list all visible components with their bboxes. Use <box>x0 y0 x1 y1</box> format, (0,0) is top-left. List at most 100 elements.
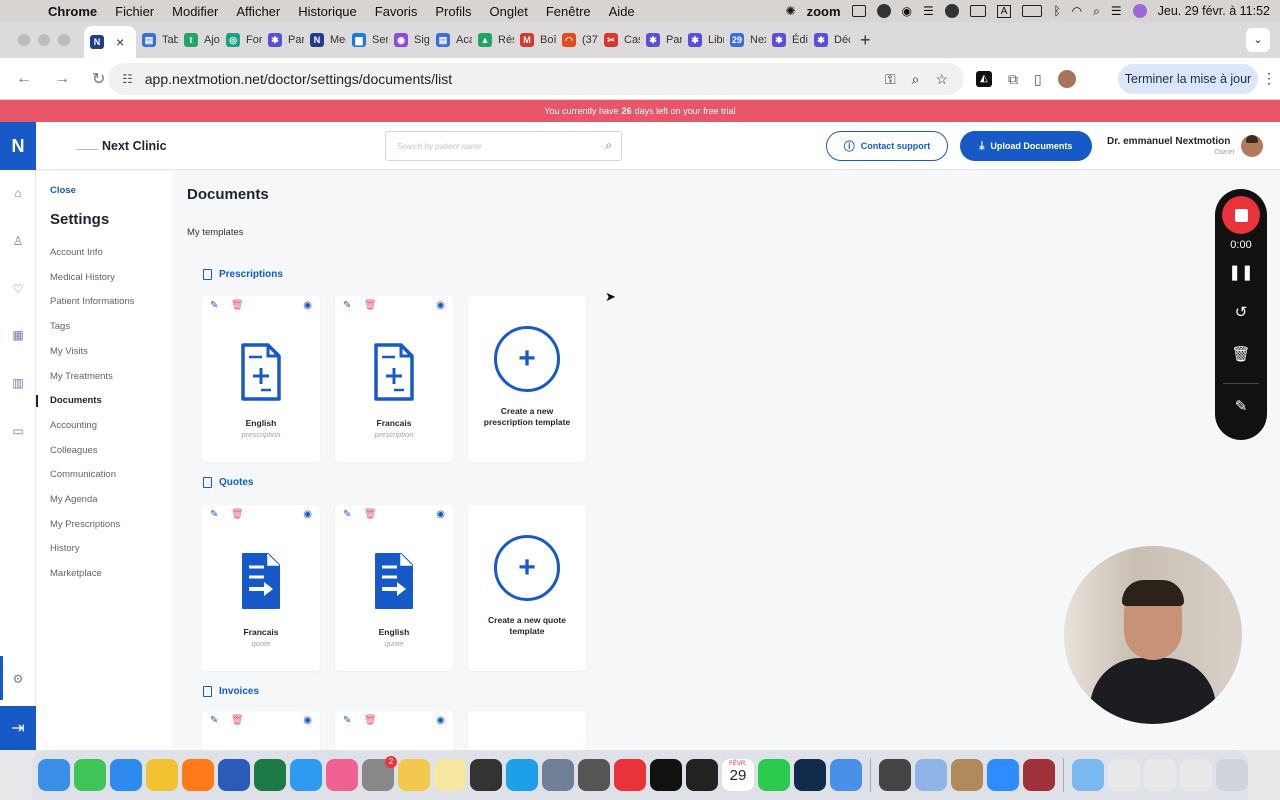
spotlight-search-icon[interactable]: ⌕ <box>1093 4 1100 19</box>
contact-support-button[interactable]: ⓘ Contact support <box>826 131 948 161</box>
extension-a-icon[interactable]: ◭ <box>976 71 992 87</box>
eye-icon[interactable]: ◉ <box>436 509 445 520</box>
eye-icon[interactable]: ◉ <box>303 300 312 311</box>
trash-bin-icon[interactable] <box>1216 759 1248 791</box>
firefox-app-icon[interactable] <box>182 759 214 791</box>
user-avatar[interactable] <box>1241 135 1263 157</box>
document-stack-icon[interactable] <box>1180 759 1212 791</box>
app-store-icon[interactable] <box>110 759 142 791</box>
menu-fichier[interactable]: Fichier <box>115 4 154 19</box>
browser-tab[interactable]: ▆ Sen <box>346 26 388 54</box>
invoice-template-card[interactable]: ✎ 🗑 ◉ <box>335 711 453 751</box>
sidebar-item-medical-history[interactable]: Medical History <box>50 272 115 283</box>
skype-app-icon[interactable] <box>506 759 538 791</box>
photos-app-icon[interactable] <box>326 759 358 791</box>
create-invoice-template-card[interactable] <box>468 711 586 751</box>
edit-icon[interactable]: ✎ <box>210 509 218 520</box>
side-panel-icon[interactable]: ▯ <box>1034 71 1042 88</box>
upload-documents-button[interactable]: ⤓ Upload Documents <box>960 131 1092 161</box>
capcut-app-icon[interactable] <box>686 759 718 791</box>
input-source-icon[interactable]: A <box>996 4 1012 18</box>
downloads-folder-icon[interactable] <box>1072 759 1104 791</box>
restart-icon[interactable]: ↺ <box>1215 303 1267 321</box>
profile-avatar[interactable] <box>1057 70 1076 88</box>
final-cut-app-icon[interactable] <box>470 759 502 791</box>
zoom-status-label[interactable]: zoom <box>807 4 841 19</box>
system-settings-app-icon[interactable]: 2 <box>362 756 397 791</box>
browser-tab[interactable]: ▲ Rés <box>472 26 514 54</box>
calendar-icon[interactable]: ▦ <box>0 328 36 342</box>
browser-tab[interactable]: ▤ Tabl <box>136 26 178 54</box>
browser-tab[interactable]: t Ajou <box>178 26 220 54</box>
chrome-menu-icon[interactable]: ⋮ <box>1262 70 1276 87</box>
sidebar-item-marketplace[interactable]: Marketplace <box>50 568 102 579</box>
memory-status-icon[interactable] <box>969 5 986 17</box>
browser-tab[interactable]: N Mee <box>304 26 346 54</box>
webcam-bubble[interactable] <box>1064 546 1242 724</box>
tiktok-app-icon[interactable] <box>650 759 682 791</box>
search-icon[interactable]: ⌕ <box>605 138 612 153</box>
menu-favoris[interactable]: Favoris <box>375 4 418 19</box>
sidebar-item-documents[interactable]: Documents <box>50 395 102 406</box>
record-status-icon[interactable]: ◉ <box>902 4 912 18</box>
eye-icon[interactable]: ◉ <box>436 715 445 726</box>
prescription-template-card[interactable]: ✎ 🗑 ◉ English prescription <box>202 296 320 462</box>
finder-app-icon[interactable] <box>38 759 70 791</box>
password-key-icon[interactable]: ⚿ <box>885 71 896 88</box>
clinic-icon[interactable]: ▥ <box>0 376 36 390</box>
sun-status-icon[interactable]: ✺ <box>786 4 796 18</box>
calendar-app-icon[interactable]: FÉVR. 29 <box>722 759 754 791</box>
siri-icon[interactable] <box>1132 4 1147 18</box>
finish-update-button[interactable]: Terminer la mise à jour <box>1118 64 1258 94</box>
sidebar-item-my-treatments[interactable]: My Treatments <box>50 371 113 382</box>
clinic-name[interactable]: Next Clinic <box>102 139 167 153</box>
browser-tab[interactable]: ✱ Édit <box>766 26 808 54</box>
sidebar-item-my-prescriptions[interactable]: My Prescriptions <box>50 519 120 530</box>
create-prescription-template-card[interactable]: + Create a new prescription template <box>468 296 586 462</box>
messages-icon[interactable]: ▭ <box>0 424 36 438</box>
zoom-magnifier-icon[interactable]: ⌕ <box>912 71 920 88</box>
browser-tab[interactable]: M Boît <box>514 26 556 54</box>
menu-historique[interactable]: Historique <box>298 4 357 19</box>
browser-tab[interactable]: ▤ Aca <box>430 26 472 54</box>
minimize-window-button[interactable] <box>38 34 50 46</box>
nextmotion-logo[interactable]: N <box>0 122 36 170</box>
contacts-app-icon[interactable] <box>951 759 983 791</box>
trash-icon[interactable]: 🗑 <box>1215 345 1267 363</box>
close-settings-link[interactable]: Close <box>50 185 76 196</box>
close-window-button[interactable] <box>18 34 30 46</box>
quicktime-app-icon[interactable] <box>542 759 574 791</box>
sidebar-item-accounting[interactable]: Accounting <box>50 420 97 431</box>
stop-recording-button[interactable] <box>1222 196 1260 234</box>
battery-icon[interactable] <box>1022 5 1043 17</box>
invoice-template-card[interactable]: ✎ 🗑 ◉ <box>202 711 320 751</box>
browser-tab[interactable]: ✂ Cas <box>598 26 640 54</box>
browser-tab[interactable]: ◎ Form <box>220 26 262 54</box>
browser-tab[interactable]: ◉ Sign <box>388 26 430 54</box>
creative-cloud-app-icon[interactable] <box>614 759 646 791</box>
browser-tab[interactable]: ✱ Libr <box>682 26 724 54</box>
chrome-app-icon[interactable] <box>146 759 178 791</box>
trash-icon[interactable]: 🗑 <box>364 300 377 311</box>
menu-aide[interactable]: Aide <box>609 4 635 19</box>
safari-app-icon[interactable] <box>290 759 322 791</box>
media-status-icon[interactable] <box>876 4 891 18</box>
window-status-icon[interactable] <box>851 5 866 17</box>
menu-profils[interactable]: Profils <box>435 4 471 19</box>
excel-app-icon[interactable] <box>254 759 286 791</box>
edit-icon[interactable]: ✎ <box>343 300 351 311</box>
trash-icon[interactable]: 🗑 <box>231 509 244 520</box>
edit-icon[interactable]: ✎ <box>210 300 218 311</box>
browser-tab[interactable]: ✱ Para <box>640 26 682 54</box>
consultation-icon[interactable]: ♡ <box>0 282 36 296</box>
browser-tab[interactable]: 29 Nex <box>724 26 766 54</box>
sidebar-item-my-visits[interactable]: My Visits <box>50 346 88 357</box>
address-url[interactable]: app.nextmotion.net/doctor/settings/docum… <box>145 71 452 87</box>
trash-icon[interactable]: 🗑 <box>231 715 244 726</box>
word-app-icon[interactable] <box>218 759 250 791</box>
logout-icon[interactable]: ⇥ <box>0 706 36 750</box>
sidebar-item-history[interactable]: History <box>50 543 80 554</box>
whatsapp-app-icon[interactable] <box>758 759 790 791</box>
user-name[interactable]: Dr. emmanuel Nextmotion <box>1107 136 1230 147</box>
menu-fenetre[interactable]: Fenêtre <box>546 4 591 19</box>
